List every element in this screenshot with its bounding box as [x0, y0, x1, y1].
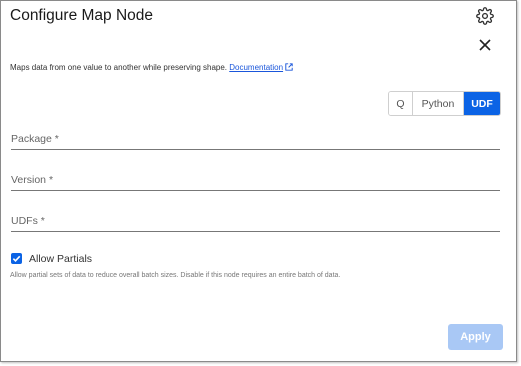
package-field[interactable]: Package * [11, 133, 500, 150]
language-option-python[interactable]: Python [413, 92, 464, 115]
allow-partials-checkbox[interactable] [11, 253, 22, 264]
documentation-link[interactable]: Documentation [229, 63, 283, 72]
configure-map-node-dialog: Configure Map Node Maps data from one va… [0, 0, 517, 362]
allow-partials-hint: Allow partial sets of data to reduce ove… [10, 272, 341, 279]
allow-partials-label: Allow Partials [29, 253, 93, 265]
udfs-label: UDFs * [11, 215, 45, 227]
version-label: Version * [11, 174, 54, 186]
apply-button[interactable]: Apply [448, 324, 503, 350]
dialog-description: Maps data from one value to another whil… [10, 63, 293, 73]
language-option-q[interactable]: Q [389, 92, 413, 115]
language-toggle: Q Python UDF [388, 91, 501, 116]
gear-icon[interactable] [476, 7, 494, 25]
close-icon[interactable] [477, 37, 493, 53]
external-link-icon [285, 63, 293, 73]
udfs-field[interactable]: UDFs * [11, 215, 500, 232]
language-option-udf[interactable]: UDF [464, 92, 500, 115]
package-label: Package * [11, 133, 59, 145]
check-icon [12, 255, 21, 263]
dialog-title: Configure Map Node [10, 7, 154, 24]
description-text: Maps data from one value to another whil… [10, 63, 228, 72]
version-field[interactable]: Version * [11, 174, 500, 191]
